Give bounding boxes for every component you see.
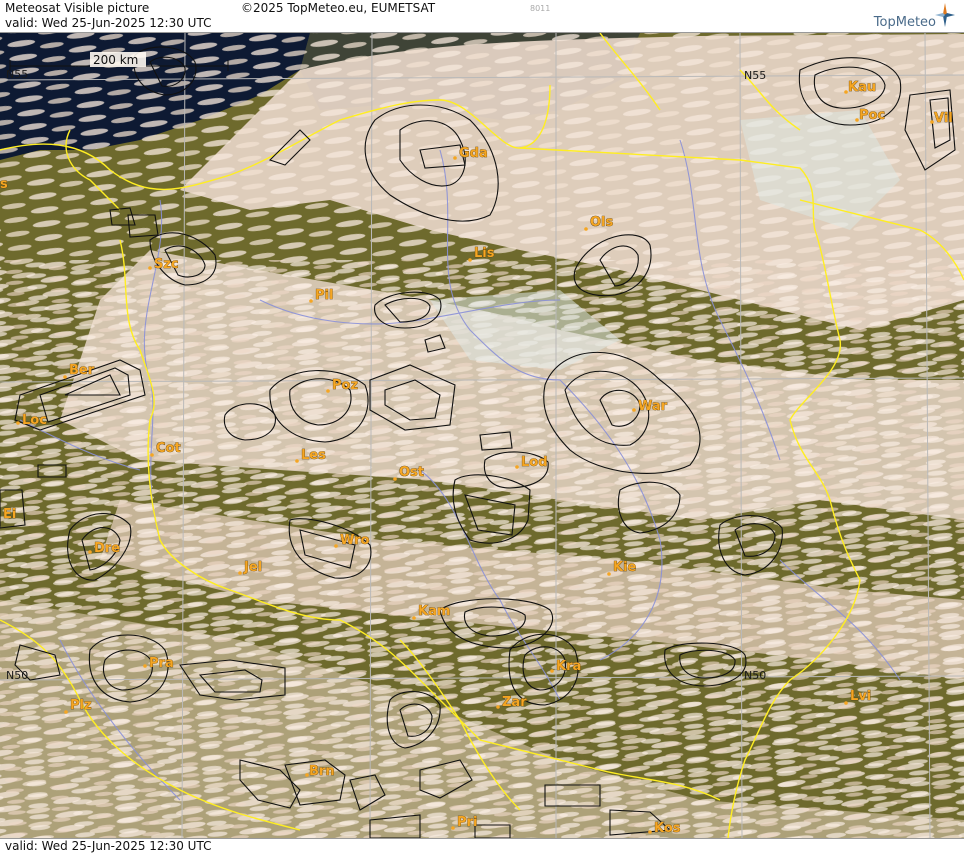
city-label-les[interactable]: Les xyxy=(301,448,327,464)
city-label-lvi[interactable]: Lvi xyxy=(850,689,872,705)
city-label-jel[interactable]: Jel xyxy=(243,560,263,576)
city-label-dre[interactable]: Dre xyxy=(94,541,121,557)
footer-valid-time: valid: Wed 25-Jun-2025 12:30 UTC xyxy=(5,839,212,853)
city-label-brn[interactable]: Brn xyxy=(309,764,335,780)
city-label-kra[interactable]: Kra xyxy=(556,659,582,675)
city-label-ost[interactable]: Ost xyxy=(399,465,425,481)
city-label-kie[interactable]: Kie xyxy=(613,560,637,576)
city-label-pra[interactable]: Pra xyxy=(149,656,174,672)
city-label-zar[interactable]: Zar xyxy=(502,695,528,711)
city-label-plz[interactable]: Plz xyxy=(70,698,92,714)
footer-bar: valid: Wed 25-Jun-2025 12:30 UTC xyxy=(0,838,964,853)
city-label-lis[interactable]: Lis xyxy=(474,246,495,262)
city-label-vil[interactable]: Vil xyxy=(934,111,953,127)
city-label-poz[interactable]: Poz xyxy=(332,378,359,394)
city-label-war[interactable]: War xyxy=(638,399,668,415)
scale-bar-label: 200 km xyxy=(93,53,138,67)
city-label-partial-s[interactable]: s xyxy=(0,177,8,193)
compass-logo-icon xyxy=(935,3,955,27)
city-label-lod[interactable]: Lod xyxy=(521,455,548,471)
brand-name: TopMeteo xyxy=(873,15,936,30)
grid-label-n55-left: N55 xyxy=(6,68,28,81)
grid-label-n50-right: N50 xyxy=(744,669,766,682)
city-label-wro[interactable]: Wro xyxy=(340,533,370,549)
city-label-poc[interactable]: Poc xyxy=(859,108,886,124)
city-label-ber[interactable]: Ber xyxy=(69,363,95,379)
city-label-szc[interactable]: Szc xyxy=(154,257,179,273)
product-code: 8011 xyxy=(530,4,551,13)
city-label-kam[interactable]: Kam xyxy=(418,604,451,620)
city-label-loc[interactable]: Loc xyxy=(22,413,48,429)
city-label-ei[interactable]: Ei xyxy=(3,507,17,523)
satellite-map[interactable]: 200 km N55 N55 N50 N50 Gda Kau Poc Vil O… xyxy=(0,33,964,838)
city-label-kos[interactable]: Kos xyxy=(654,821,681,837)
city-label-pri[interactable]: Pri xyxy=(457,815,478,831)
city-label-ols[interactable]: Ols xyxy=(590,215,614,231)
product-title: Meteosat Visible picture xyxy=(5,1,150,15)
city-label-cot[interactable]: Cot xyxy=(156,441,181,457)
header-bar: Meteosat Visible picture ©2025 TopMeteo.… xyxy=(0,0,964,33)
city-label-kau[interactable]: Kau xyxy=(848,80,877,96)
city-label-gda[interactable]: Gda xyxy=(459,146,488,162)
valid-time-text: valid: Wed 25-Jun-2025 12:30 UTC xyxy=(5,16,212,30)
grid-label-n50-left: N50 xyxy=(6,669,28,682)
copyright-text: ©2025 TopMeteo.eu, EUMETSAT xyxy=(241,1,436,15)
city-label-pil[interactable]: Pil xyxy=(315,288,334,304)
grid-label-n55-right: N55 xyxy=(744,69,766,82)
